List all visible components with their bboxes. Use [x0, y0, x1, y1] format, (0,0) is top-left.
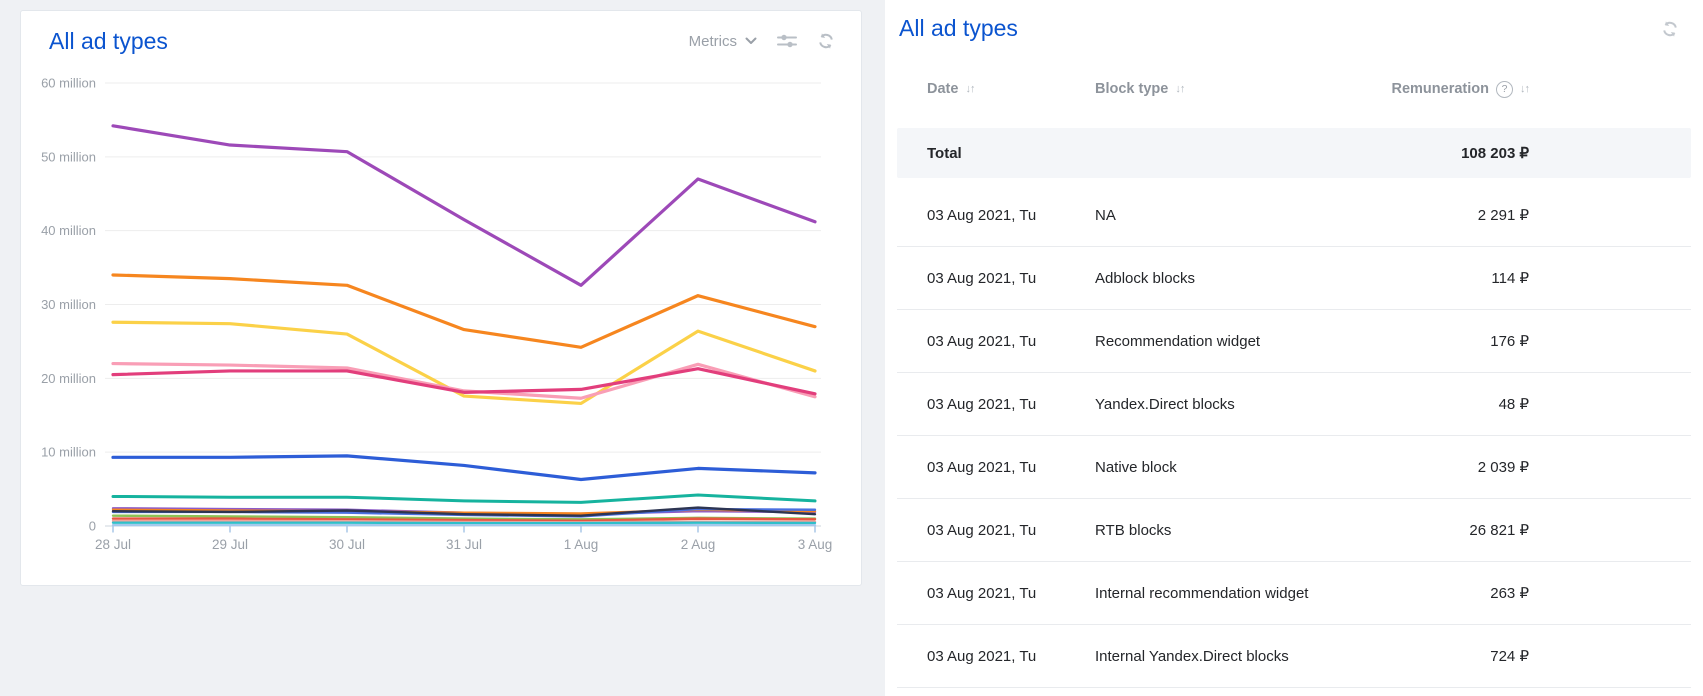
table-total-row: Total 108 203 ₽	[897, 128, 1691, 178]
y-axis-tick-label: 10 million	[41, 445, 96, 460]
cell-block-type: Yandex.Direct blocks	[1095, 396, 1377, 413]
cell-block-type: RTB blocks	[1095, 522, 1377, 539]
cell-remuneration: 26 821 ₽	[1377, 521, 1529, 539]
sort-icon: ↓↑	[965, 83, 974, 95]
chart-refresh-button[interactable]	[817, 32, 835, 50]
cell-date: 03 Aug 2021, Tu	[927, 396, 1095, 413]
line-chart: 60 million 50 million 40 million 30 million…	[21, 63, 861, 583]
y-axis-tick-label: 0	[89, 519, 96, 534]
x-axis-tick-label: 28 Jul	[95, 537, 131, 552]
chart-card-title: All ad types	[49, 27, 168, 55]
y-axis-tick-label: 30 million	[41, 297, 96, 312]
column-header-date[interactable]: Date ↓↑	[927, 81, 1095, 97]
refresh-icon	[1661, 20, 1679, 38]
table-row: 03 Aug 2021, TuRTB blocks26 821 ₽	[897, 499, 1691, 562]
table-refresh-button[interactable]	[1661, 20, 1679, 38]
metrics-dropdown[interactable]: Metrics	[689, 33, 757, 50]
x-axis-tick-label: 31 Jul	[446, 537, 482, 552]
x-axis-tick-label: 3 Aug	[798, 537, 833, 552]
column-label: Remuneration	[1392, 81, 1490, 97]
cell-remuneration: 263 ₽	[1377, 584, 1529, 602]
cell-remuneration: 2 291 ₽	[1377, 206, 1529, 224]
cell-remuneration: 48 ₽	[1377, 395, 1529, 413]
metrics-dropdown-label: Metrics	[689, 33, 737, 50]
series-purple-line	[113, 126, 815, 285]
table-row: 03 Aug 2021, TuInternal Yandex.Direct bl…	[897, 625, 1691, 688]
series-teal-line	[113, 495, 815, 502]
cell-remuneration: 114 ₽	[1377, 269, 1529, 287]
cell-remuneration: 2 039 ₽	[1377, 458, 1529, 476]
series-blue-line	[113, 456, 815, 480]
cell-date: 03 Aug 2021, Tu	[927, 585, 1095, 602]
cell-block-type: Internal recommendation widget	[1095, 585, 1377, 602]
cell-total-remuneration: 108 203 ₽	[1377, 144, 1529, 162]
dashboard-page: { "left_panel": { "title": "All ad types…	[0, 0, 1703, 696]
cell-remuneration: 176 ₽	[1377, 332, 1529, 350]
table-row: 03 Aug 2021, TuNA2 291 ₽	[897, 184, 1691, 247]
y-axis-tick-label: 20 million	[41, 371, 96, 386]
cell-date: 03 Aug 2021, Tu	[927, 459, 1095, 476]
ad-types-chart-card: All ad types Metrics	[20, 10, 862, 586]
cell-block-type: Recommendation widget	[1095, 333, 1377, 350]
x-axis-tick-label: 30 Jul	[329, 537, 365, 552]
x-axis-tick-label: 2 Aug	[681, 537, 716, 552]
x-axis-tick-label: 29 Jul	[212, 537, 248, 552]
cell-date: 03 Aug 2021, Tu	[927, 270, 1095, 287]
cell-date: 03 Aug 2021, Tu	[927, 522, 1095, 539]
table-body: 03 Aug 2021, TuNA2 291 ₽03 Aug 2021, TuA…	[885, 184, 1703, 688]
column-header-block-type[interactable]: Block type ↓↑	[1095, 81, 1377, 97]
column-label: Block type	[1095, 81, 1168, 97]
cell-remuneration: 724 ₽	[1377, 647, 1529, 665]
chart-card-header: All ad types Metrics	[21, 11, 861, 55]
table-row: 03 Aug 2021, TuAdblock blocks114 ₽	[897, 247, 1691, 310]
cell-block-type: Native block	[1095, 459, 1377, 476]
column-header-remuneration[interactable]: Remuneration ? ↓↑	[1377, 81, 1529, 98]
cell-date: 03 Aug 2021, Tu	[927, 648, 1095, 665]
y-axis-tick-label: 60 million	[41, 76, 96, 91]
y-axis-tick-label: 50 million	[41, 149, 96, 164]
remuneration-table: Date ↓↑ Block type ↓↑ Remuneration ? ↓↑ …	[885, 72, 1703, 688]
table-row: 03 Aug 2021, TuNative block2 039 ₽	[897, 436, 1691, 499]
chart-settings-button[interactable]	[777, 33, 797, 49]
sliders-icon	[777, 33, 797, 49]
table-panel-header: All ad types	[885, 0, 1703, 42]
sort-icon: ↓↑	[1520, 83, 1529, 95]
y-axis-tick-label: 40 million	[41, 223, 96, 238]
x-axis-tick-label: 1 Aug	[564, 537, 599, 552]
table-header-row: Date ↓↑ Block type ↓↑ Remuneration ? ↓↑	[897, 72, 1691, 106]
cell-date: 03 Aug 2021, Tu	[927, 333, 1095, 350]
table-row: 03 Aug 2021, TuYandex.Direct blocks48 ₽	[897, 373, 1691, 436]
cell-date: 03 Aug 2021, Tu	[927, 207, 1095, 224]
ad-types-table-panel: All ad types Date ↓↑ Block type ↓↑ Remun…	[885, 0, 1703, 696]
chart-card-controls: Metrics	[689, 32, 835, 50]
cell-block-type: Internal Yandex.Direct blocks	[1095, 648, 1377, 665]
table-panel-title: All ad types	[899, 14, 1018, 42]
chevron-down-icon	[745, 37, 757, 45]
cell-total-label: Total	[927, 145, 1095, 162]
cell-block-type: NA	[1095, 207, 1377, 224]
help-icon[interactable]: ?	[1496, 81, 1513, 98]
column-label: Date	[927, 81, 958, 97]
sort-icon: ↓↑	[1175, 83, 1184, 95]
refresh-icon	[817, 32, 835, 50]
table-row: 03 Aug 2021, TuInternal recommendation w…	[897, 562, 1691, 625]
table-row: 03 Aug 2021, TuRecommendation widget176 …	[897, 310, 1691, 373]
cell-block-type: Adblock blocks	[1095, 270, 1377, 287]
